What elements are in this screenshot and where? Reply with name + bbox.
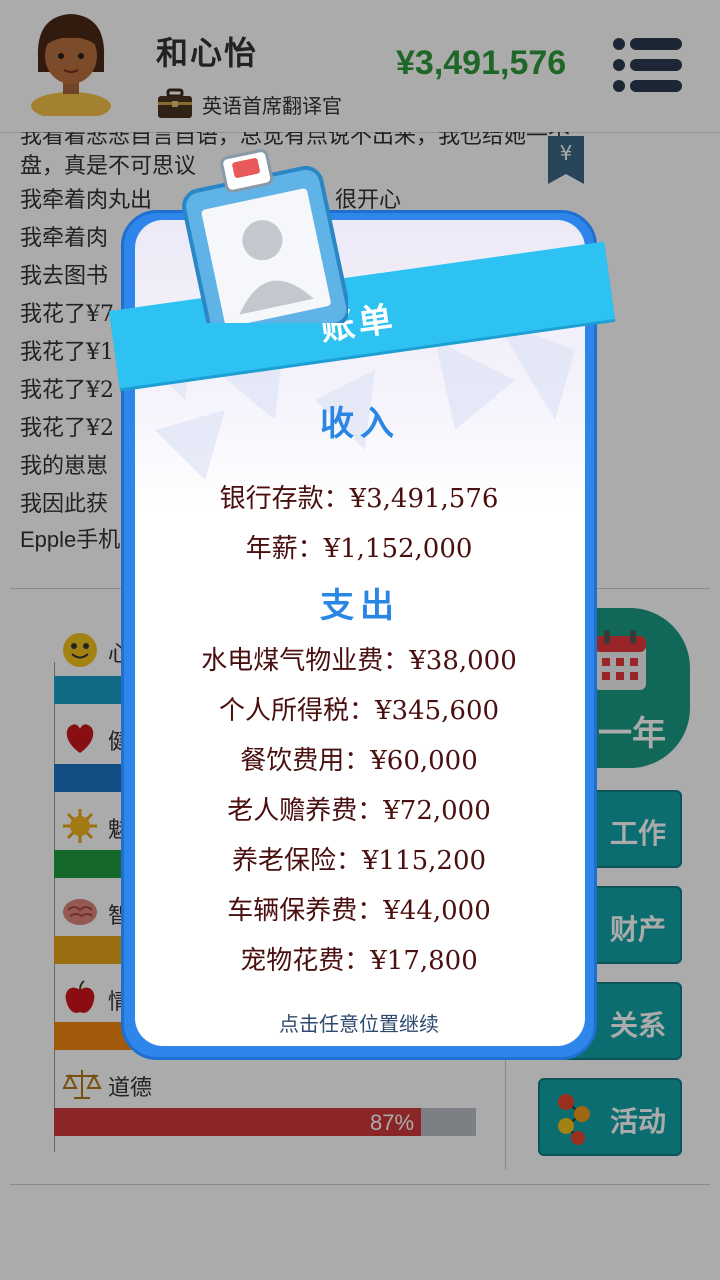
expense-line: 餐饮费用：¥60,000	[240, 746, 478, 776]
id-badge-icon	[182, 149, 348, 323]
income-line: 年薪：¥1,152,000	[245, 534, 473, 564]
expense-line: 养老保险：¥115,200	[231, 846, 487, 876]
continue-hint[interactable]: 点击任意位置继续	[121, 1008, 597, 1037]
expense-line: 个人所得税：¥345,600	[218, 696, 500, 726]
expense-line: 宠物花费：¥17,800	[240, 946, 478, 976]
expense-line: 老人赡养费：¥72,000	[227, 796, 491, 826]
expense-line: 水电煤气物业费：¥38,000	[201, 646, 517, 676]
income-title: 收入	[320, 404, 400, 444]
expense-line: 车辆保养费：¥44,000	[227, 896, 491, 926]
income-line: 银行存款：¥3,491,576	[219, 484, 499, 514]
expense-title: 支出	[320, 586, 400, 626]
